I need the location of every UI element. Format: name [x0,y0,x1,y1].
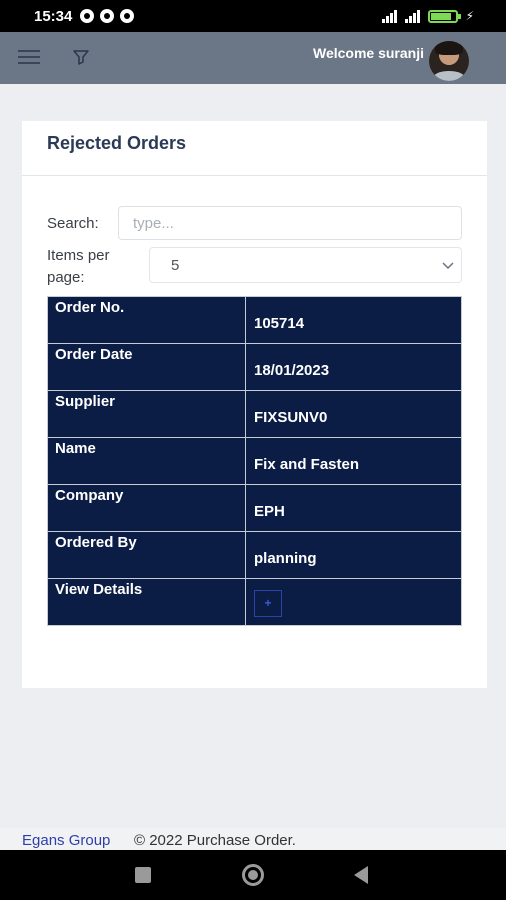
avatar[interactable] [429,41,469,81]
table-row: Name Fix and Fasten [47,437,462,485]
signal-icon-2 [404,9,420,23]
items-per-page-select[interactable]: 5 [149,247,462,283]
filter-icon[interactable] [72,48,90,71]
view-details-button[interactable]: + [254,590,282,617]
table-row: Company EPH [47,484,462,532]
supplier-value: FIXSUNV0 [245,390,462,438]
recent-apps-icon[interactable] [135,867,151,883]
supplier-label: Supplier [47,390,246,438]
table-row: Supplier FIXSUNV0 [47,390,462,438]
app-notification-icon [100,9,114,23]
ordered-by-value: planning [245,531,462,579]
view-details-cell: + [245,578,462,626]
name-value: Fix and Fasten [245,437,462,485]
order-date-value: 18/01/2023 [245,343,462,391]
table-row: Order Date 18/01/2023 [47,343,462,391]
welcome-text: Welcome suranji [312,45,424,61]
page-title: Rejected Orders [47,133,187,153]
order-no-label: Order No. [47,296,246,344]
table-row: Order No. 105714 [47,296,462,344]
status-time: 15:34 [34,8,73,25]
alarm-icon [80,9,94,23]
items-per-page-value: 5 [171,257,180,274]
battery-icon [427,9,461,23]
app-notification-icon-2 [120,9,134,23]
table-row: Ordered By planning [47,531,462,579]
order-no-value: 105714 [245,296,462,344]
company-value: EPH [245,484,462,532]
items-per-page-label-line2: page: [47,269,85,286]
menu-icon[interactable] [18,47,40,67]
status-system-icons: ⚡ [381,9,474,23]
company-label: Company [47,484,246,532]
home-icon[interactable] [242,864,264,886]
order-table: Order No. 105714 Order Date 18/01/2023 S… [47,296,462,626]
status-bar: 15:34 ⚡ [0,0,506,32]
signal-icon [381,9,397,23]
view-details-label: View Details [47,578,246,626]
status-notification-icons [80,9,134,23]
ordered-by-label: Ordered By [47,531,246,579]
footer-company-link[interactable]: Egans Group [22,832,110,849]
rejected-orders-card: Rejected Orders Search: Items per page: … [22,121,487,688]
search-label: Search: [47,215,99,232]
items-per-page-label-line1: Items per [47,247,110,264]
order-date-label: Order Date [47,343,246,391]
items-per-page-label: Items per page: [47,245,110,289]
table-row: View Details + [47,578,462,626]
name-label: Name [47,437,246,485]
footer-copyright: © 2022 Purchase Order. [134,832,296,849]
back-icon[interactable] [354,866,368,884]
card-divider [22,175,487,176]
footer: Egans Group © 2022 Purchase Order. [0,828,506,850]
charging-icon: ⚡ [465,9,474,23]
chevron-down-icon [441,258,455,277]
system-nav-bar [0,850,506,900]
search-input[interactable] [118,206,462,240]
